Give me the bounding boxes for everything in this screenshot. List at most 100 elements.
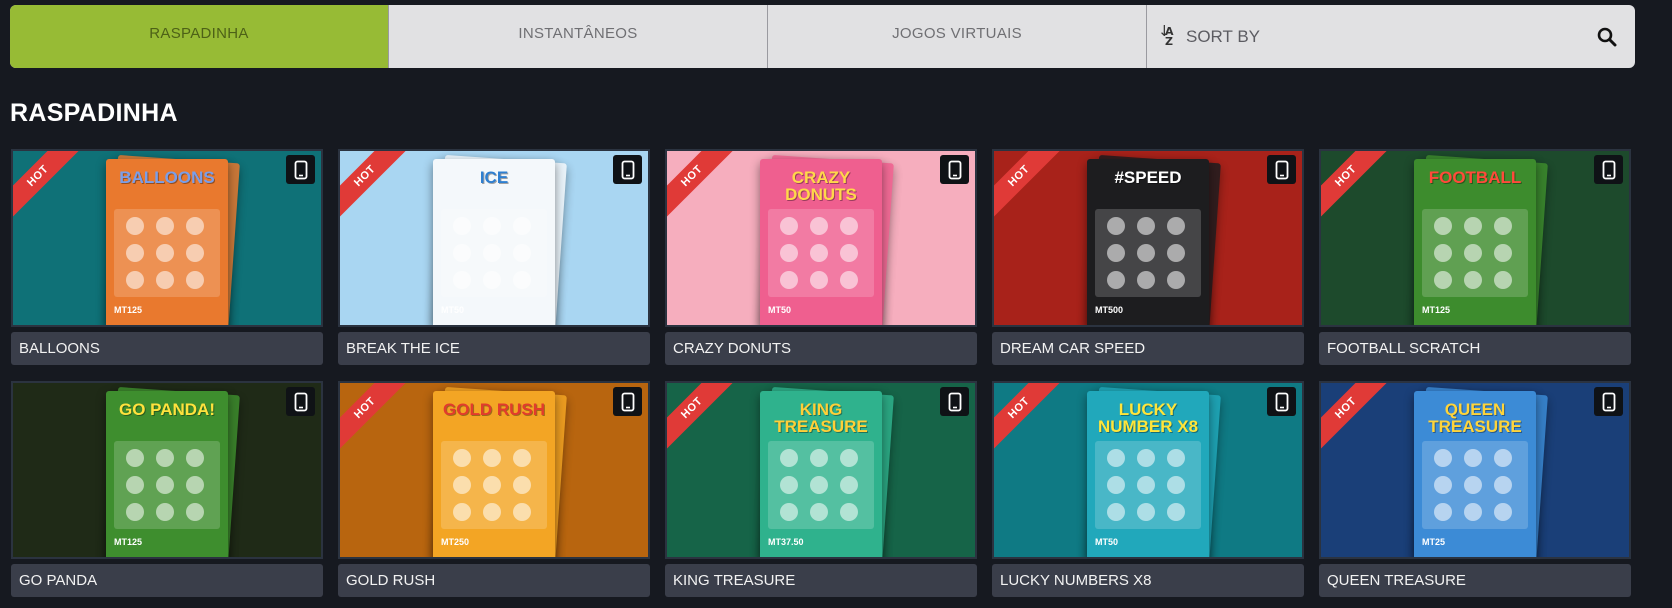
mobile-device-icon xyxy=(1267,155,1296,184)
scratch-symbol xyxy=(453,244,471,262)
mobile-device-icon xyxy=(286,155,315,184)
game-card[interactable]: #SPEED MT500 HOT DREAM CAR SPEED xyxy=(992,149,1304,366)
scratch-symbol xyxy=(453,503,471,521)
ticket-art: BALLOONS MT125 xyxy=(106,159,228,325)
search-icon xyxy=(1597,27,1617,46)
scratch-area xyxy=(1422,441,1528,529)
scratch-symbol xyxy=(1494,217,1512,235)
sort-az-icon: ↓ A Z xyxy=(1158,21,1174,48)
game-name-label[interactable]: BREAK THE ICE xyxy=(338,332,650,365)
scratch-symbol xyxy=(1464,503,1482,521)
scratch-area xyxy=(768,441,874,529)
game-name-label[interactable]: GOLD RUSH xyxy=(338,564,650,597)
game-card[interactable]: FOOTBALL MT125 HOT FOOTBALL SCRATCH xyxy=(1319,149,1631,366)
game-name-label[interactable]: LUCKY NUMBERS X8 xyxy=(992,564,1304,597)
ticket-art-title: FOOTBALL xyxy=(1428,168,1522,187)
scratch-symbol xyxy=(1434,244,1452,262)
hot-badge: HOT xyxy=(1321,151,1393,223)
tab-jogos-virtuais[interactable]: JOGOS VIRTUAIS xyxy=(768,5,1147,68)
scratch-symbol xyxy=(780,244,798,262)
scratch-area xyxy=(1095,209,1201,297)
scratch-symbol xyxy=(1107,503,1125,521)
game-name-label[interactable]: GO PANDA xyxy=(11,564,323,597)
scratch-symbol xyxy=(1434,271,1452,289)
scratch-symbol xyxy=(840,217,858,235)
ticket-art-title: GO PANDA! xyxy=(118,400,215,419)
game-name-label[interactable]: BALLOONS xyxy=(11,332,323,365)
game-thumbnail[interactable]: FOOTBALL MT125 HOT xyxy=(1319,149,1631,327)
scratch-symbol xyxy=(126,449,144,467)
scratch-symbol xyxy=(156,503,174,521)
tab-raspadinha[interactable]: RASPADINHA xyxy=(10,5,389,68)
game-card[interactable]: CRAZY DONUTS MT50 HOT CRAZY DONUTS xyxy=(665,149,977,366)
scratch-symbol xyxy=(1167,503,1185,521)
ticket-art: #SPEED MT500 xyxy=(1087,159,1209,325)
game-thumbnail[interactable]: ICE MT50 HOT xyxy=(338,149,650,327)
game-thumbnail[interactable]: QUEEN TREASURE MT25 HOT xyxy=(1319,381,1631,559)
game-card[interactable]: GOLD RUSH MT250 HOT GOLD RUSH xyxy=(338,381,650,598)
scratch-symbol xyxy=(1107,244,1125,262)
ticket-art-title: #SPEED xyxy=(1114,168,1182,187)
mobile-device-icon xyxy=(613,387,642,416)
scratch-symbol xyxy=(186,476,204,494)
scratch-symbol xyxy=(483,476,501,494)
scratch-area xyxy=(441,209,547,297)
scratch-symbol xyxy=(1494,476,1512,494)
scratch-symbol xyxy=(483,503,501,521)
game-thumbnail[interactable]: KING TREASURE MT37.50 HOT xyxy=(665,381,977,559)
mobile-device-icon xyxy=(613,155,642,184)
scratch-symbol xyxy=(780,503,798,521)
hot-badge: HOT xyxy=(340,383,412,455)
game-card[interactable]: QUEEN TREASURE MT25 HOT QUEEN TREASURE xyxy=(1319,381,1631,598)
ticket-price: MT50 xyxy=(768,305,792,315)
tab-instantaneos[interactable]: INSTANTÂNEOS xyxy=(389,5,768,68)
ticket-art: CRAZY DONUTS MT50 xyxy=(760,159,882,325)
scratch-symbol xyxy=(126,217,144,235)
ticket-art-title: GOLD RUSH xyxy=(443,400,545,419)
mobile-device-icon xyxy=(1594,387,1623,416)
game-name-label[interactable]: QUEEN TREASURE xyxy=(1319,564,1631,597)
scratch-symbol xyxy=(1137,503,1155,521)
ticket-price: MT125 xyxy=(114,537,143,547)
scratch-symbol xyxy=(156,244,174,262)
sort-by-control[interactable]: ↓ A Z SORT BY xyxy=(1147,5,1635,68)
game-thumbnail[interactable]: CRAZY DONUTS MT50 HOT xyxy=(665,149,977,327)
game-card[interactable]: ICE MT50 HOT BREAK THE ICE xyxy=(338,149,650,366)
mobile-device-icon xyxy=(1267,387,1296,416)
game-thumbnail[interactable]: LUCKY NUMBER X8 MT50 HOT xyxy=(992,381,1304,559)
scratch-symbol xyxy=(186,217,204,235)
game-name-label[interactable]: CRAZY DONUTS xyxy=(665,332,977,365)
scratch-symbol xyxy=(1434,449,1452,467)
mobile-device-icon xyxy=(940,155,969,184)
scratch-symbol xyxy=(483,244,501,262)
game-card[interactable]: LUCKY NUMBER X8 MT50 HOT LUCKY NUMBERS X8 xyxy=(992,381,1304,598)
scratch-symbol xyxy=(780,217,798,235)
scratch-symbol xyxy=(453,271,471,289)
game-name-label[interactable]: DREAM CAR SPEED xyxy=(992,332,1304,365)
scratch-symbol xyxy=(1434,217,1452,235)
ticket-price: MT37.50 xyxy=(768,537,804,547)
game-thumbnail[interactable]: GOLD RUSH MT250 HOT xyxy=(338,381,650,559)
game-name-label[interactable]: KING TREASURE xyxy=(665,564,977,597)
game-thumbnail[interactable]: GO PANDA! MT125 xyxy=(11,381,323,559)
scratch-symbol xyxy=(840,449,858,467)
scratch-symbol xyxy=(186,271,204,289)
game-name-label[interactable]: FOOTBALL SCRATCH xyxy=(1319,332,1631,365)
game-card[interactable]: KING TREASURE MT37.50 HOT KING TREASURE xyxy=(665,381,977,598)
game-thumbnail[interactable]: BALLOONS MT125 HOT xyxy=(11,149,323,327)
scratch-symbol xyxy=(810,271,828,289)
scratch-symbol xyxy=(1494,503,1512,521)
scratch-symbol xyxy=(1167,244,1185,262)
scratch-symbol xyxy=(513,217,531,235)
scratch-area xyxy=(441,441,547,529)
search-button[interactable] xyxy=(1593,23,1621,51)
hot-badge: HOT xyxy=(1321,383,1393,455)
ticket-price: MT125 xyxy=(1422,305,1451,315)
game-card[interactable]: GO PANDA! MT125 GO PANDA xyxy=(11,381,323,598)
scratch-symbol xyxy=(126,244,144,262)
game-thumbnail[interactable]: #SPEED MT500 HOT xyxy=(992,149,1304,327)
scratch-symbol xyxy=(1137,217,1155,235)
scratch-symbol xyxy=(840,476,858,494)
game-card[interactable]: BALLOONS MT125 HOT BALLOONS xyxy=(11,149,323,366)
scratch-symbol xyxy=(840,503,858,521)
